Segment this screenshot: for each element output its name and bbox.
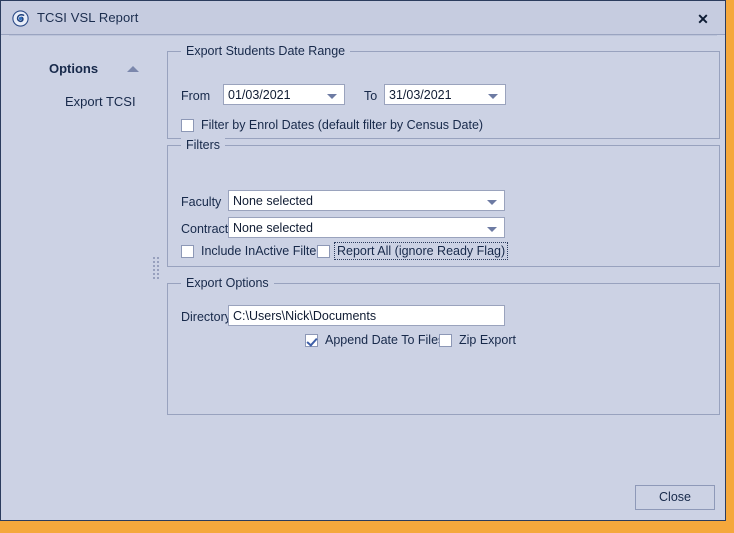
directory-value: C:\Users\Nick\Documents [233,309,376,323]
close-icon[interactable]: ✕ [693,9,713,29]
from-date-value: 01/03/2021 [228,88,291,102]
checkbox-box [305,334,318,347]
to-date-picker[interactable]: 31/03/2021 [384,84,506,105]
contract-dropdown[interactable]: None selected [228,217,505,238]
contract-value: None selected [233,221,313,235]
report-all-label: Report All (ignore Ready Flag) [336,244,506,258]
directory-input[interactable]: C:\Users\Nick\Documents [228,305,505,326]
content-pane: Export Students Date Range From 01/03/20… [161,37,717,490]
dialog-body: Options Export TCSI Export Students Date… [1,35,725,520]
title-bar[interactable]: TCSI VSL Report ✕ [1,1,725,35]
app-spiral-icon [12,10,29,27]
faculty-value: None selected [233,194,313,208]
to-label: To [364,89,377,103]
from-date-picker[interactable]: 01/03/2021 [223,84,345,105]
include-inactive-filters-label: Include InActive Filters [201,244,327,258]
filter-by-enrol-dates-label: Filter by Enrol Dates (default filter by… [201,118,483,132]
pane-splitter-handle[interactable] [153,257,159,283]
zip-export-label: Zip Export [459,333,516,347]
faculty-dropdown[interactable]: None selected [228,190,505,211]
checkbox-box [181,245,194,258]
append-date-to-files-label: Append Date To Files [325,333,444,347]
chevron-down-icon [487,227,497,232]
export-options-group: Export Options Directory C:\Users\Nick\D… [167,283,720,415]
chevron-down-icon [487,200,497,205]
filters-group: Filters Faculty None selected Contract N… [167,145,720,267]
checkbox-box [181,119,194,132]
faculty-label: Faculty [181,195,221,209]
contract-label: Contract [181,222,228,236]
sidebar-item-export-tcsi[interactable]: Export TCSI [65,94,136,109]
chevron-up-icon[interactable] [127,66,139,72]
checkbox-box [439,334,452,347]
tcsi-vsl-report-dialog: TCSI VSL Report ✕ Options Export TCSI Ex… [0,0,726,521]
options-pane: Options Export TCSI [9,37,153,490]
directory-label: Directory [181,310,231,324]
window-title: TCSI VSL Report [37,10,138,25]
export-options-group-legend: Export Options [181,276,274,290]
options-header: Options [49,61,98,76]
to-date-value: 31/03/2021 [389,88,452,102]
date-range-group-legend: Export Students Date Range [181,44,350,58]
chevron-down-icon [327,94,337,99]
close-button[interactable]: Close [635,485,715,510]
chevron-down-icon [488,94,498,99]
from-label: From [181,89,210,103]
body-top-hairline [9,35,717,36]
export-students-date-range-group: Export Students Date Range From 01/03/20… [167,51,720,139]
checkbox-box [317,245,330,258]
filters-group-legend: Filters [181,138,225,152]
